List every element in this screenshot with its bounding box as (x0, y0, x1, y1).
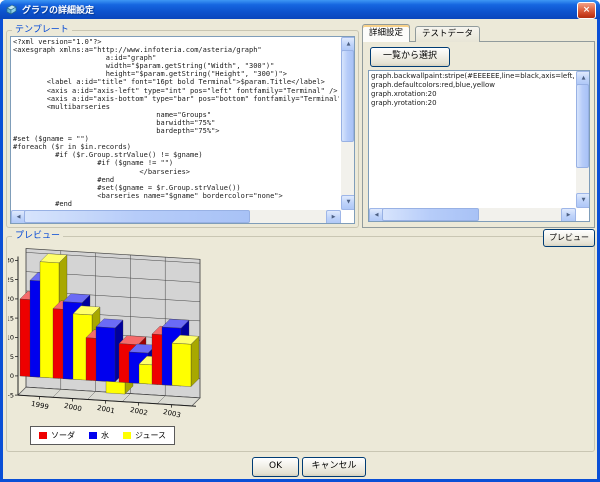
svg-text:10: 10 (8, 334, 14, 342)
legend-label: ジュース (135, 430, 166, 441)
scroll-right-button[interactable]: ▶ (326, 210, 341, 224)
graph-settings-dialog: グラフの詳細設定 × テンプレート <?xml version="1.0"?> … (0, 0, 600, 482)
preview-group-label: プレビュー (12, 231, 63, 241)
cancel-button[interactable]: キャンセル (302, 457, 366, 477)
svg-text:15: 15 (8, 314, 14, 322)
legend-item: ジュース (123, 430, 166, 441)
tab-testdata[interactable]: テストデータ (415, 26, 480, 42)
svg-text:0: 0 (10, 372, 14, 380)
scroll-down-button[interactable]: ▼ (576, 193, 590, 208)
settings-properties-area[interactable]: graph.backwallpaint:stripe(#EEEEEE,line=… (368, 70, 590, 222)
template-hscrollbar[interactable]: ◀ ▶ (11, 210, 341, 223)
legend-swatch-blue (89, 432, 97, 439)
preview-button[interactable]: プレビュー (543, 229, 595, 247)
svg-text:1999: 1999 (30, 400, 49, 412)
legend-swatch-red (39, 432, 47, 439)
select-from-list-button[interactable]: 一覧から選択 (370, 47, 450, 67)
hscroll-thumb[interactable] (382, 208, 479, 221)
scroll-down-button[interactable]: ▼ (341, 195, 355, 210)
close-button[interactable]: × (577, 2, 596, 19)
svg-text:25: 25 (8, 276, 14, 284)
legend-item: 水 (89, 430, 109, 441)
svg-text:30: 30 (8, 257, 14, 265)
window-title: グラフの詳細設定 (22, 3, 94, 16)
hscroll-thumb[interactable] (24, 210, 250, 223)
template-code-text: <?xml version="1.0"?> <axesgraph xmlns:a… (13, 38, 339, 208)
tab-details[interactable]: 詳細設定 (362, 24, 410, 42)
title-bar[interactable]: グラフの詳細設定 × (0, 0, 600, 19)
scroll-right-button[interactable]: ▶ (561, 208, 576, 222)
settings-hscrollbar[interactable]: ◀ ▶ (369, 208, 576, 221)
template-code-area[interactable]: <?xml version="1.0"?> <axesgraph xmlns:a… (10, 36, 355, 224)
vscroll-thumb[interactable] (341, 50, 354, 142)
svg-text:2002: 2002 (129, 406, 148, 418)
svg-text:2001: 2001 (96, 404, 115, 416)
legend-swatch-yellow (123, 432, 131, 439)
ok-button[interactable]: OK (252, 457, 299, 477)
settings-vscrollbar[interactable]: ▲ ▼ (576, 71, 589, 208)
settings-properties-text: graph.backwallpaint:stripe(#EEEEEE,line=… (371, 72, 574, 206)
app-icon (5, 3, 18, 16)
legend-item: ソーダ (39, 430, 75, 441)
template-vscrollbar[interactable]: ▲ ▼ (341, 37, 354, 210)
svg-text:5: 5 (10, 353, 14, 361)
svg-text:2000: 2000 (63, 402, 82, 414)
svg-text:2003: 2003 (162, 408, 181, 420)
svg-text:20: 20 (8, 295, 14, 303)
legend-label: 水 (101, 430, 109, 441)
chart-legend: ソーダ 水 ジュース (30, 426, 175, 445)
vscroll-thumb[interactable] (576, 84, 589, 168)
legend-label: ソーダ (51, 430, 75, 441)
svg-text:-5: -5 (8, 391, 14, 399)
template-group-label: テンプレート (12, 25, 72, 35)
preview-chart: -5 0 5 10 15 20 25 30 1999 2000 2001 2002 2003 (8, 246, 236, 424)
